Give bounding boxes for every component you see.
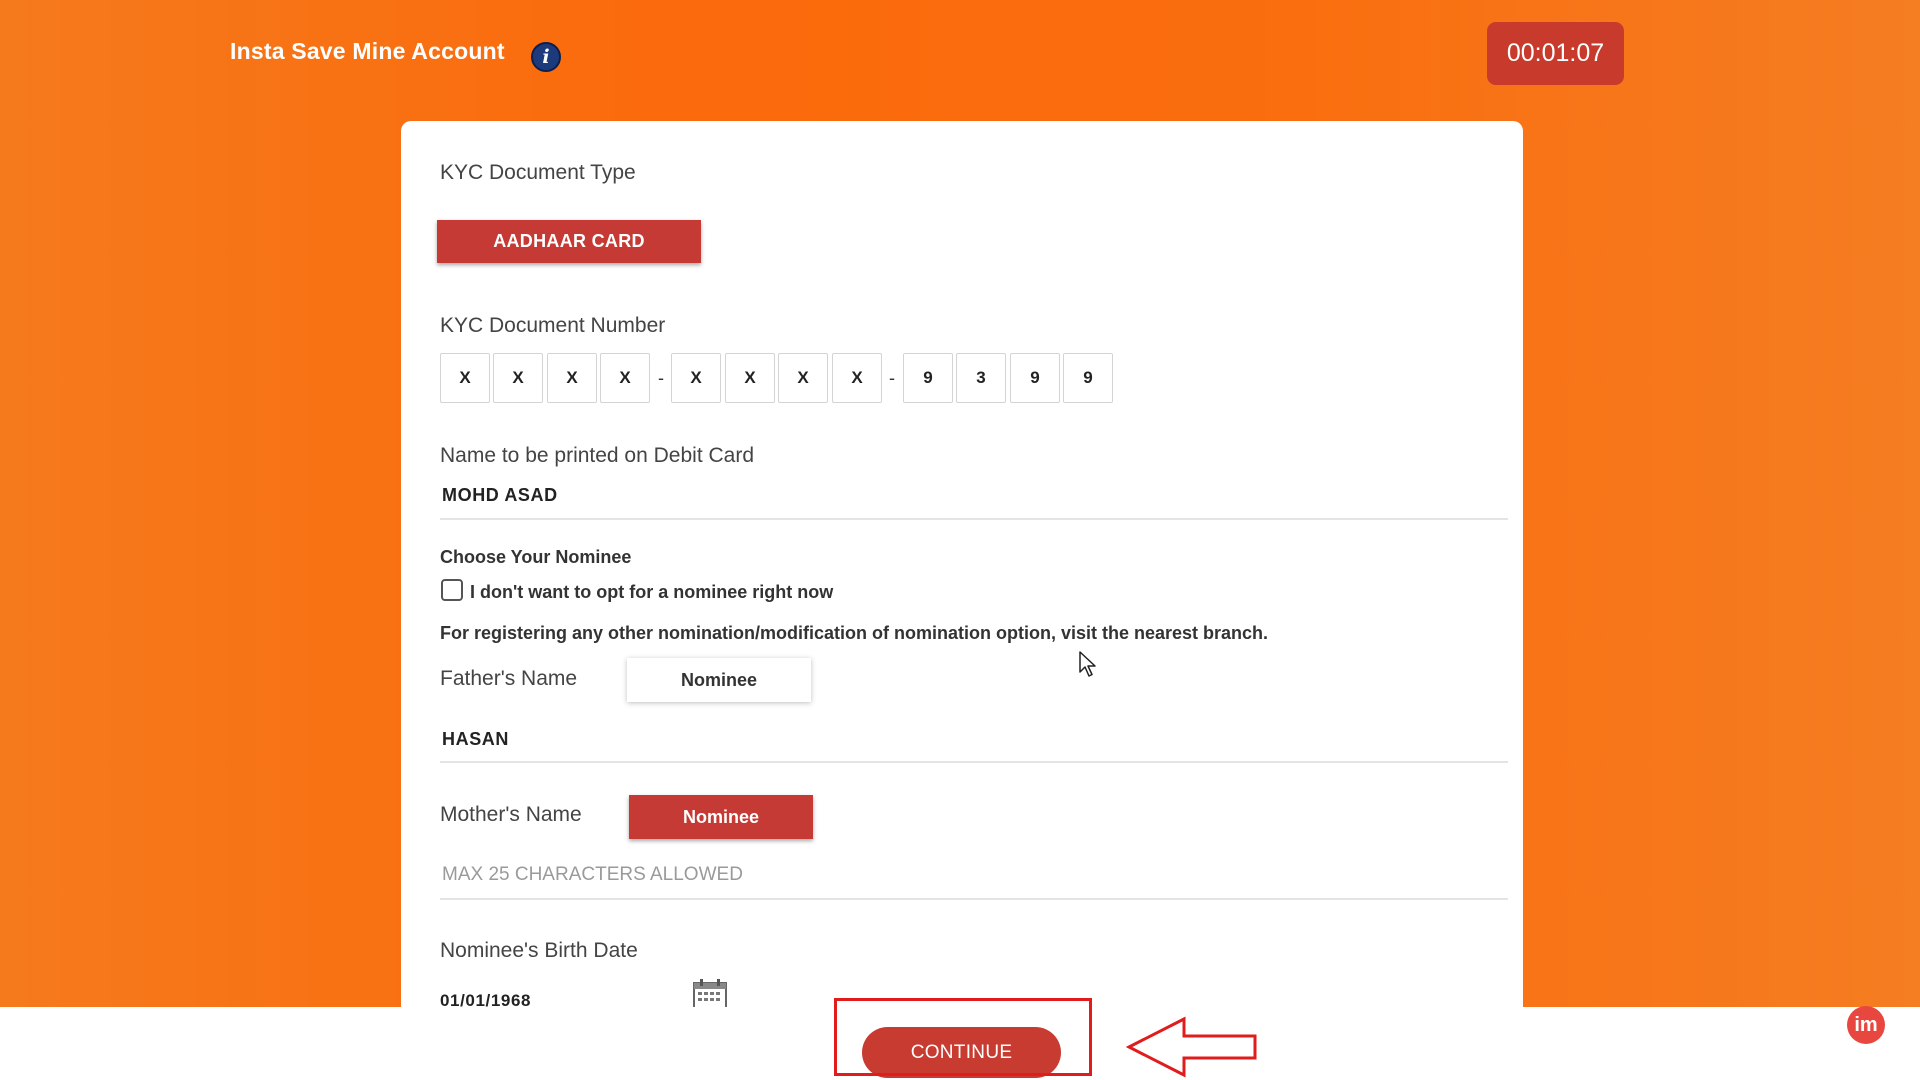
kyc-digit-box[interactable]: X xyxy=(832,353,882,403)
field-divider xyxy=(440,898,1508,900)
kyc-digit-box[interactable]: 9 xyxy=(1063,353,1113,403)
kyc-digit-box[interactable]: X xyxy=(778,353,828,403)
kyc-type-label: KYC Document Type xyxy=(440,161,636,184)
kyc-separator: - xyxy=(658,368,664,388)
birth-date-label: Nominee's Birth Date xyxy=(440,939,638,962)
kyc-digit-box[interactable]: X xyxy=(725,353,775,403)
field-divider xyxy=(440,761,1508,763)
field-divider xyxy=(440,518,1508,520)
father-name-field[interactable]: HASAN xyxy=(442,729,509,750)
mother-nominee-button[interactable]: Nominee xyxy=(629,795,813,839)
arrow-left-icon xyxy=(1125,1016,1258,1080)
mouse-cursor-icon xyxy=(1079,651,1097,682)
debit-name-field[interactable]: MOHD ASAD xyxy=(442,485,558,506)
mother-name-label: Mother's Name xyxy=(440,803,582,826)
kyc-digit-box[interactable]: X xyxy=(671,353,721,403)
kyc-digit-box[interactable]: X xyxy=(600,353,650,403)
nomination-note: For registering any other nomination/mod… xyxy=(440,623,1269,643)
screen: Insta Save Mine Account i 00:01:07 KYC D… xyxy=(0,0,1920,1080)
no-nominee-checkbox[interactable] xyxy=(441,579,463,601)
debit-name-label: Name to be printed on Debit Card xyxy=(440,444,755,467)
kyc-digit-box[interactable]: X xyxy=(547,353,597,403)
father-nominee-button[interactable]: Nominee xyxy=(627,658,811,702)
info-icon[interactable]: i xyxy=(531,42,561,72)
kyc-digit-box[interactable]: X xyxy=(493,353,543,403)
app-title: Insta Save Mine Account xyxy=(230,38,505,64)
kyc-separator: - xyxy=(889,368,895,388)
kyc-digit-box[interactable]: 9 xyxy=(903,353,953,403)
kyc-number-label: KYC Document Number xyxy=(440,314,666,337)
brand-logo-icon: im xyxy=(1847,1006,1885,1044)
father-name-label: Father's Name xyxy=(440,667,578,690)
mother-name-input[interactable]: MAX 25 CHARACTERS ALLOWED xyxy=(442,864,743,886)
no-nominee-checkbox-label[interactable]: I don't want to opt for a nominee right … xyxy=(470,582,833,603)
kyc-digit-box[interactable]: 3 xyxy=(956,353,1006,403)
kyc-digit-box[interactable]: 9 xyxy=(1010,353,1060,403)
session-timer: 00:01:07 xyxy=(1487,22,1624,85)
highlight-annotation-box xyxy=(834,998,1092,1076)
kyc-type-button[interactable]: AADHAAR CARD xyxy=(437,220,701,263)
nominee-heading: Choose Your Nominee xyxy=(440,547,632,567)
kyc-digit-box[interactable]: X xyxy=(440,353,490,403)
